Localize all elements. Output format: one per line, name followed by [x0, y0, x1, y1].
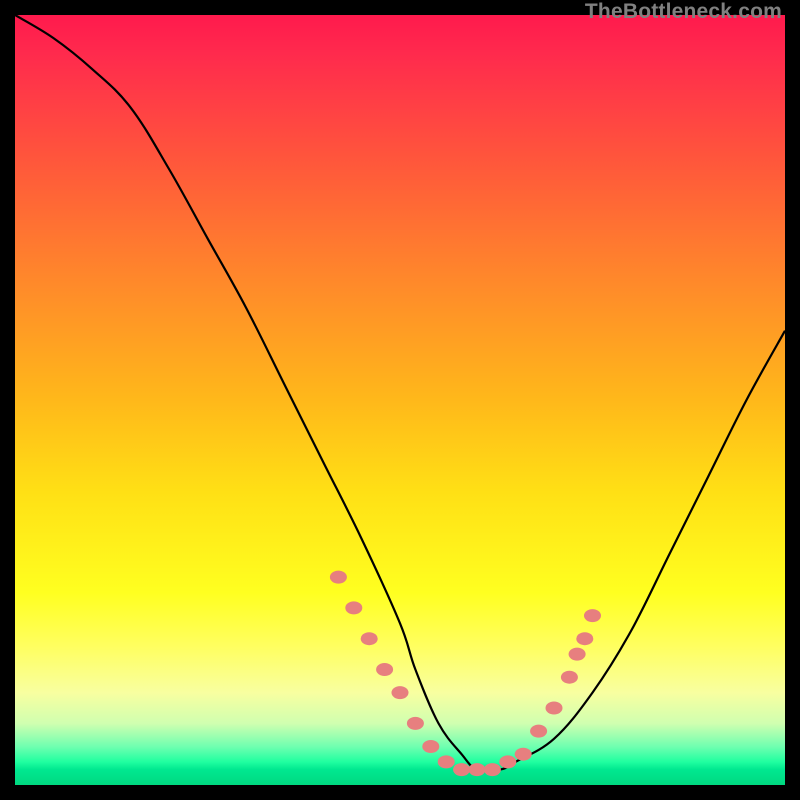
highlight-marker [499, 755, 516, 768]
highlight-marker [361, 632, 378, 645]
highlight-marker [438, 755, 455, 768]
marker-group [330, 571, 601, 777]
highlight-marker [546, 702, 563, 715]
highlight-marker [345, 601, 362, 614]
highlight-marker [376, 663, 393, 676]
highlight-marker [453, 763, 470, 776]
highlight-marker [330, 571, 347, 584]
highlight-marker [530, 725, 547, 738]
highlight-marker [569, 648, 586, 661]
highlight-marker [515, 748, 532, 761]
highlight-marker [561, 671, 578, 684]
highlight-markers [15, 15, 785, 785]
highlight-marker [584, 609, 601, 622]
highlight-marker [576, 632, 593, 645]
highlight-marker [469, 763, 486, 776]
highlight-marker [407, 717, 424, 730]
highlight-marker [392, 686, 409, 699]
plot-area [15, 15, 785, 785]
highlight-marker [422, 740, 439, 753]
highlight-marker [484, 763, 501, 776]
chart-frame: TheBottleneck.com [0, 0, 800, 800]
watermark-text: TheBottleneck.com [585, 0, 782, 24]
